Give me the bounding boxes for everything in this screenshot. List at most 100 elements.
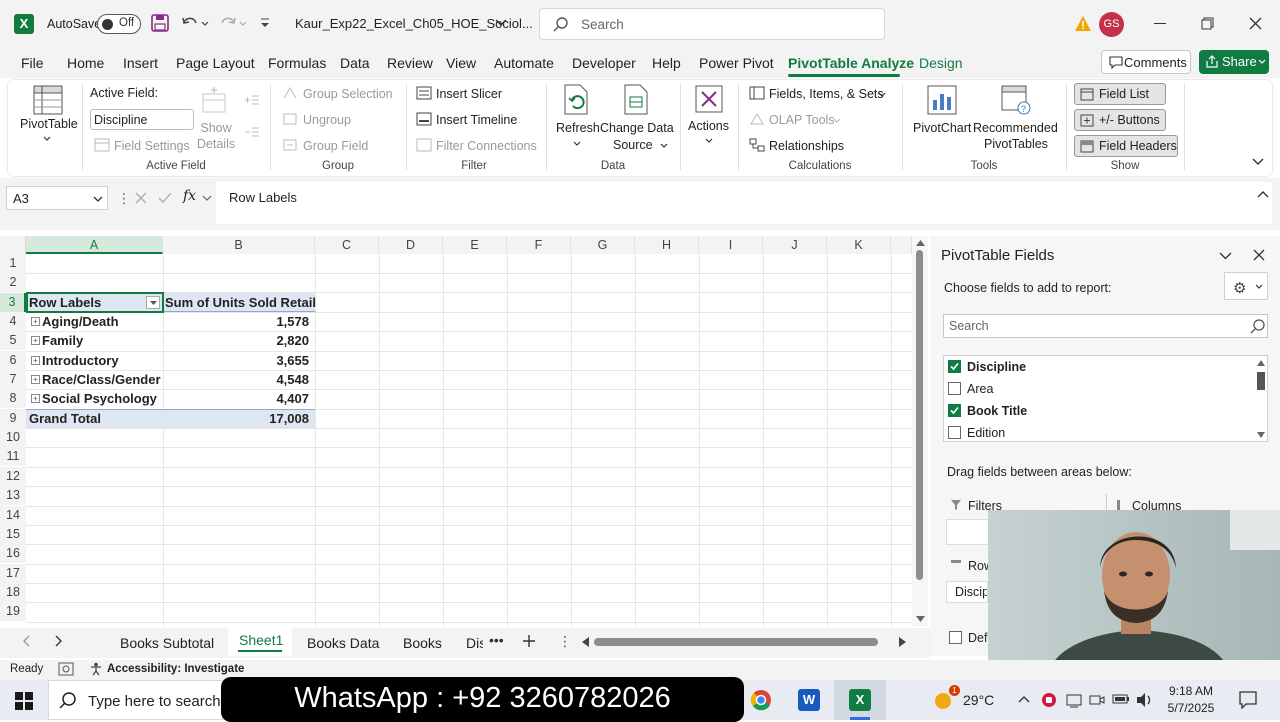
hscroll-right-icon[interactable] [899, 637, 906, 647]
undo-icon[interactable] [180, 14, 210, 32]
next-sheet-icon[interactable] [55, 635, 63, 647]
change-data-source-button[interactable]: Change Data Source [598, 82, 674, 154]
plus-minus-buttons-button[interactable]: +/- Buttons [1074, 109, 1166, 131]
user-avatar[interactable]: GS [1099, 12, 1124, 37]
collapse-field-icon[interactable] [244, 126, 260, 138]
pivot-row-label[interactable]: Race/Class/Gender [42, 370, 161, 389]
active-field-input[interactable]: Discipline [90, 109, 194, 130]
windows-start-icon[interactable] [15, 692, 33, 710]
field-scroll-thumb[interactable] [1257, 372, 1265, 390]
field-scroll-down-icon[interactable] [1257, 432, 1265, 438]
horizontal-scroll-thumb[interactable] [594, 638, 878, 646]
more-options-icon[interactable]: ⋮ [117, 190, 131, 207]
ungroup-button[interactable]: Ungroup [303, 113, 351, 127]
field-settings-button[interactable]: Field Settings [114, 139, 190, 153]
column-header-b[interactable]: B [163, 236, 315, 254]
pivottable-button[interactable]: PivotTable [18, 80, 78, 150]
tab-file[interactable]: File [21, 55, 44, 71]
column-header-k[interactable]: K [827, 236, 891, 254]
pivot-row-label[interactable]: Introductory [42, 351, 119, 370]
vertical-scrollbar[interactable] [912, 236, 928, 626]
row-header[interactable]: 14 [0, 506, 26, 526]
row-header[interactable]: 13 [0, 486, 26, 506]
select-all-corner[interactable] [0, 236, 26, 254]
rows-drop-area[interactable]: Discipline [946, 581, 988, 603]
row-header[interactable]: 10 [0, 428, 26, 448]
rows-field-chip[interactable]: Discipline [955, 585, 987, 599]
sheet-options-icon[interactable]: ⋮ [558, 633, 572, 650]
save-icon[interactable] [151, 14, 169, 32]
tab-insert[interactable]: Insert [123, 55, 158, 71]
customize-qat-icon[interactable] [258, 16, 272, 30]
clock-date[interactable]: 5/7/2025 [1161, 701, 1221, 715]
column-header-f[interactable]: F [507, 236, 571, 254]
relationships-button[interactable]: Relationships [769, 139, 844, 153]
battery-icon[interactable] [1112, 693, 1130, 705]
field-headers-button[interactable]: Field Headers [1074, 135, 1178, 157]
row-header-selected[interactable]: 3 [0, 293, 26, 313]
row-header[interactable]: 12 [0, 467, 26, 487]
network-icon[interactable] [1066, 692, 1082, 708]
tab-design[interactable]: Design [919, 55, 963, 71]
tab-pivottable-analyze[interactable]: PivotTable Analyze [788, 55, 914, 71]
row-header[interactable]: 6 [0, 351, 26, 371]
row-header[interactable]: 16 [0, 544, 26, 564]
formula-input[interactable]: Row Labels [216, 182, 1272, 224]
column-header-c[interactable]: C [315, 236, 379, 254]
pivot-row-value[interactable]: 1,578 [165, 312, 309, 331]
excel-taskbar-button[interactable]: X [834, 680, 886, 720]
new-sheet-icon[interactable] [522, 634, 536, 648]
field-item[interactable]: Edition [967, 426, 1005, 440]
pivot-row-value[interactable]: 2,820 [165, 331, 309, 350]
field-search-input[interactable]: Search [943, 314, 1268, 338]
column-header-partial[interactable] [891, 236, 912, 254]
expand-icon[interactable]: + [31, 336, 40, 345]
row-header[interactable]: 7 [0, 370, 26, 390]
expand-icon[interactable]: + [31, 356, 40, 365]
field-list-scrollbar[interactable] [1256, 358, 1266, 440]
grand-total-value[interactable]: 17,008 [165, 409, 309, 428]
row-header[interactable]: 19 [0, 602, 26, 622]
tab-data[interactable]: Data [340, 55, 370, 71]
enter-icon[interactable] [158, 192, 172, 204]
expand-icon[interactable]: + [31, 375, 40, 384]
sheet-tab-dis[interactable]: Dis [466, 635, 483, 651]
column-header-a[interactable]: A [26, 236, 163, 254]
column-header-d[interactable]: D [379, 236, 443, 254]
notifications-icon[interactable] [1239, 691, 1257, 709]
sheet-tab-books[interactable]: Books [403, 635, 442, 651]
comments-button[interactable]: Comments [1101, 50, 1191, 74]
show-hidden-icons-icon[interactable] [1018, 695, 1030, 703]
spreadsheet-grid[interactable]: A B C D E F G H I J K 1 2 3 4 5 6 7 8 9 … [0, 236, 912, 626]
pivot-row-value[interactable]: 3,655 [165, 351, 309, 370]
filename-chevron-icon[interactable] [495, 18, 507, 28]
field-item[interactable]: Book Title [967, 404, 1027, 418]
accessibility-status[interactable]: Accessibility: Investigate [107, 663, 244, 675]
row-header[interactable]: 11 [0, 447, 26, 467]
tab-power-pivot[interactable]: Power Pivot [699, 55, 774, 71]
clock-time[interactable]: 9:18 AM [1161, 684, 1221, 698]
field-scroll-up-icon[interactable] [1257, 360, 1265, 366]
tab-formulas[interactable]: Formulas [268, 55, 326, 71]
row-header[interactable]: 15 [0, 525, 26, 545]
row-header[interactable]: 17 [0, 564, 26, 584]
search-box[interactable]: Search [539, 8, 885, 40]
sheet-tab-books-data[interactable]: Books Data [307, 635, 379, 651]
row-header[interactable]: 5 [0, 331, 26, 351]
hscroll-left-icon[interactable] [582, 637, 589, 647]
taskbar-search-box[interactable]: Type here to search [48, 680, 223, 720]
pivot-row-label[interactable]: Social Psychology [42, 389, 157, 408]
row-header[interactable]: 9 [0, 409, 26, 429]
restore-icon[interactable] [1201, 17, 1214, 30]
grand-total-label[interactable]: Grand Total [29, 409, 101, 428]
expand-icon[interactable]: + [31, 394, 40, 403]
group-selection-button[interactable]: Group Selection [303, 87, 393, 101]
row-header[interactable]: 2 [0, 273, 26, 293]
defer-layout-checkbox[interactable] [949, 631, 962, 644]
prev-sheet-icon[interactable] [22, 635, 30, 647]
pivotchart-button[interactable]: PivotChart [912, 82, 971, 152]
tab-home[interactable]: Home [67, 55, 104, 71]
filter-connections-button[interactable]: Filter Connections [436, 139, 537, 153]
row-labels-filter-button[interactable] [146, 296, 160, 309]
tools-gear-button[interactable]: ⚙ [1224, 272, 1268, 300]
